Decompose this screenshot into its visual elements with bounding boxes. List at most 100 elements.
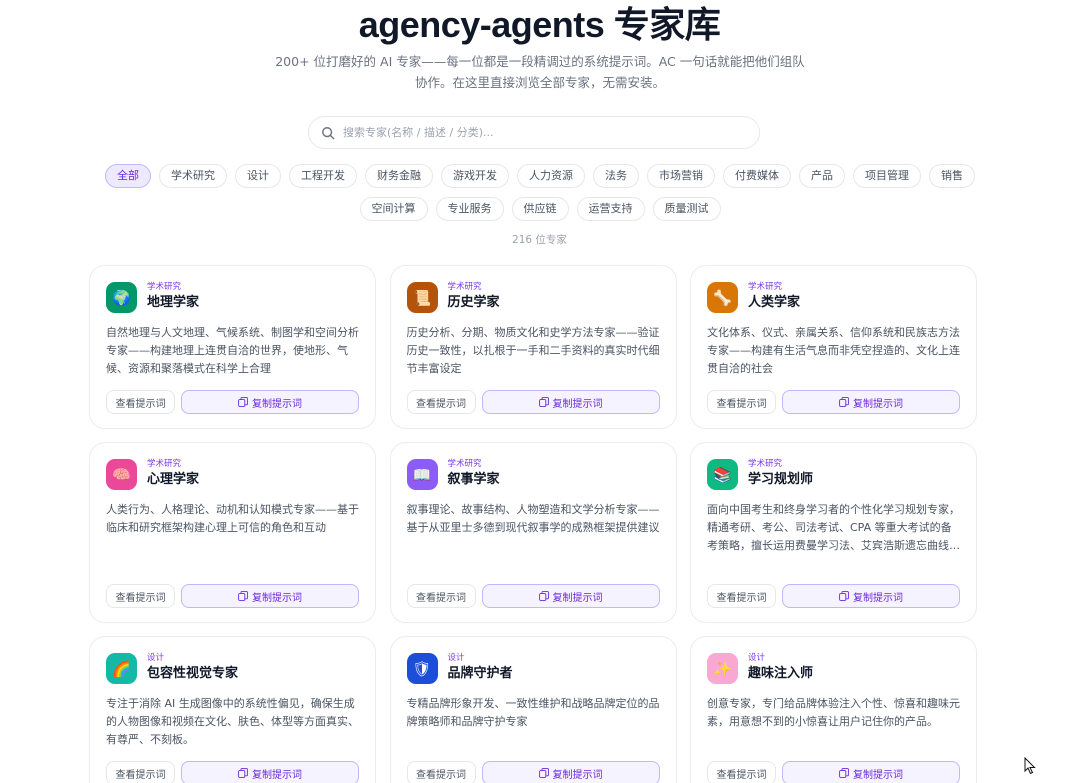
- copy-prompt-button[interactable]: 复制提示词: [782, 761, 960, 783]
- card-description: 文化体系、仪式、亲属关系、信仰系统和民族志方法专家——构建有生活气息而非凭空捏造…: [707, 326, 960, 375]
- card-actions: 查看提示词 复制提示词: [707, 584, 960, 608]
- card-header: 🌈 设计 包容性视觉专家: [106, 653, 359, 685]
- view-prompt-button[interactable]: 查看提示词: [707, 584, 776, 608]
- card-description: 历史分析、分期、物质文化和史学方法专家——验证历史一致性，以扎根于一手和二手资料…: [406, 326, 660, 375]
- card-name: 趣味注入师: [748, 666, 814, 681]
- page-subtitle: 200+ 位打磨好的 AI 专家——每一位都是一段精调过的系统提示词。AC 一句…: [275, 54, 805, 90]
- filter-chip[interactable]: 市场营销: [647, 164, 715, 188]
- filter-chip[interactable]: 运营支持: [576, 197, 645, 221]
- view-prompt-button[interactable]: 查看提示词: [106, 584, 175, 608]
- card-meta: 学术研究 学习规划师: [748, 459, 813, 489]
- copy-prompt-button[interactable]: 复制提示词: [181, 584, 359, 608]
- expert-count: 216 位专家: [512, 234, 567, 246]
- card-description: 人类行为、人格理论、动机和认知模式专家——基于临床和研究框架构建心理上可信的角色…: [106, 503, 359, 534]
- card-header: 📚 学术研究 学习规划师: [707, 459, 960, 491]
- globe-icon: 🌍: [106, 282, 137, 313]
- card-description: 自然地理与人文地理、气候系统、制图学和空间分析专家——构建地理上连贯自洽的世界，…: [106, 326, 359, 375]
- card-description: 专注于消除 AI 生成图像中的系统性偏见，确保生成的人物图像和视频在文化、肤色、…: [106, 697, 359, 746]
- brain-icon: 🧠: [106, 459, 137, 490]
- view-prompt-button[interactable]: 查看提示词: [707, 390, 776, 414]
- card-category: 学术研究: [147, 459, 182, 469]
- filter-chip[interactable]: 项目管理: [853, 164, 921, 188]
- card-actions: 查看提示词 复制提示词: [106, 584, 359, 608]
- card-meta: 学术研究 地理学家: [147, 282, 199, 312]
- card-actions: 查看提示词 复制提示词: [106, 761, 359, 783]
- search-input[interactable]: [343, 126, 759, 139]
- card-actions: 查看提示词 复制提示词: [106, 390, 359, 414]
- copy-icon: [538, 397, 549, 407]
- card-description: 叙事理论、故事结构、人物塑造和文学分析专家——基于从亚里士多德到现代叙事学的成熟…: [406, 503, 660, 534]
- filter-chip[interactable]: 专业服务: [435, 197, 504, 221]
- card-actions: 查看提示词 复制提示词: [707, 761, 960, 783]
- card-header: ✨ 设计 趣味注入师: [707, 653, 960, 685]
- copy-prompt-button[interactable]: 复制提示词: [782, 584, 960, 608]
- expert-card: 🦴 学术研究 人类学家 文化体系、仪式、亲属关系、信仰系统和民族志方法专家——构…: [690, 265, 977, 429]
- copy-icon: [839, 768, 849, 778]
- card-header: 📜 学术研究 历史学家: [406, 282, 660, 314]
- copy-icon: [238, 397, 248, 407]
- card-meta: 设计 包容性视觉专家: [147, 653, 238, 683]
- card-name: 人类学家: [748, 295, 801, 310]
- sparkle-icon: ✨: [707, 653, 738, 684]
- filter-chip[interactable]: 付费媒体: [723, 164, 791, 188]
- card-name: 心理学家: [147, 472, 200, 487]
- copy-icon: [839, 591, 849, 601]
- card-header: 🌍 学术研究 地理学家: [106, 282, 359, 314]
- view-prompt-button[interactable]: 查看提示词: [707, 761, 776, 783]
- filter-chip[interactable]: 游戏开发: [441, 164, 509, 188]
- search-icon: [322, 126, 335, 139]
- view-prompt-button[interactable]: 查看提示词: [406, 390, 476, 414]
- card-category: 设计: [748, 653, 766, 663]
- expert-card: 📜 学术研究 历史学家 历史分析、分期、物质文化和史学方法专家——验证历史一致性…: [389, 265, 677, 429]
- copy-prompt-button[interactable]: 复制提示词: [181, 761, 359, 783]
- card-category: 学术研究: [147, 282, 182, 292]
- card-name: 叙事学家: [447, 472, 500, 487]
- copy-prompt-button[interactable]: 复制提示词: [481, 390, 660, 414]
- filter-chip[interactable]: 财务金融: [365, 164, 433, 188]
- card-meta: 设计 品牌守护者: [448, 653, 513, 683]
- filter-chip[interactable]: 学术研究: [159, 164, 227, 188]
- view-prompt-button[interactable]: 查看提示词: [406, 761, 476, 783]
- filter-chip[interactable]: 法务: [593, 164, 639, 188]
- search-bar[interactable]: [308, 116, 760, 149]
- card-name: 学习规划师: [748, 472, 814, 487]
- view-prompt-button[interactable]: 查看提示词: [106, 761, 175, 783]
- filter-chip[interactable]: 人力资源: [517, 164, 585, 188]
- card-name: 包容性视觉专家: [147, 666, 239, 681]
- expert-grid: 🌍 学术研究 地理学家 自然地理与人文地理、气候系统、制图学和空间分析专家——构…: [89, 265, 977, 783]
- expert-card: 🛡 设计 品牌守护者 专精品牌形象开发、一致性维护和战略品牌定位的品牌策略师和品…: [389, 636, 677, 783]
- filter-chip[interactable]: 设计: [235, 164, 281, 188]
- card-description: 创意专家，专门给品牌体验注入个性、惊喜和趣味元素，用意想不到的小惊喜让用户记住你…: [707, 697, 960, 728]
- copy-prompt-button[interactable]: 复制提示词: [181, 390, 359, 414]
- copy-prompt-button[interactable]: 复制提示词: [481, 584, 660, 608]
- expert-card: 📖 学术研究 叙事学家 叙事理论、故事结构、人物塑造和文学分析专家——基于从亚里…: [389, 442, 677, 623]
- filter-chip[interactable]: 质量测试: [652, 197, 721, 221]
- scroll-icon: 📜: [406, 282, 438, 313]
- filter-chip[interactable]: 销售: [929, 164, 975, 188]
- copy-icon: [538, 591, 549, 601]
- book-icon: 📖: [406, 459, 438, 490]
- copy-prompt-label: 复制提示词: [853, 398, 903, 410]
- expert-card: ✨ 设计 趣味注入师 创意专家，专门给品牌体验注入个性、惊喜和趣味元素，用意想不…: [690, 636, 977, 783]
- card-name: 地理学家: [147, 295, 200, 310]
- filter-chip[interactable]: 空间计算: [359, 197, 428, 221]
- copy-prompt-label: 复制提示词: [252, 398, 302, 410]
- card-header: 🦴 学术研究 人类学家: [707, 282, 960, 314]
- filter-chip[interactable]: 产品: [799, 164, 845, 188]
- copy-icon: [538, 768, 549, 778]
- view-prompt-button[interactable]: 查看提示词: [106, 390, 175, 414]
- copy-prompt-button[interactable]: 复制提示词: [782, 390, 960, 414]
- card-category: 学术研究: [748, 459, 783, 469]
- expert-card: 🌍 学术研究 地理学家 自然地理与人文地理、气候系统、制图学和空间分析专家——构…: [89, 265, 376, 429]
- card-category: 设计: [447, 653, 465, 663]
- filter-chip[interactable]: 工程开发: [289, 164, 357, 188]
- category-filter-bar: 全部 学术研究 设计 工程开发 财务金融 游戏开发 人力资源 法务 市场营销 付费媒体 产品 项目管理…: [80, 164, 1000, 221]
- expert-card: 🧠 学术研究 心理学家 人类行为、人格理论、动机和认知模式专家——基于临床和研究…: [89, 442, 376, 623]
- view-prompt-button[interactable]: 查看提示词: [406, 584, 476, 608]
- filter-chip[interactable]: 全部: [105, 164, 151, 188]
- copy-prompt-button[interactable]: 复制提示词: [481, 761, 660, 783]
- card-description: 面向中国考生和终身学习者的个性化学习规划专家，精通考研、考公、司法考试、CPA …: [707, 503, 960, 552]
- shield-icon: 🛡: [406, 653, 438, 684]
- filter-chip[interactable]: 供应链: [511, 197, 569, 221]
- card-actions: 查看提示词 复制提示词: [707, 390, 960, 414]
